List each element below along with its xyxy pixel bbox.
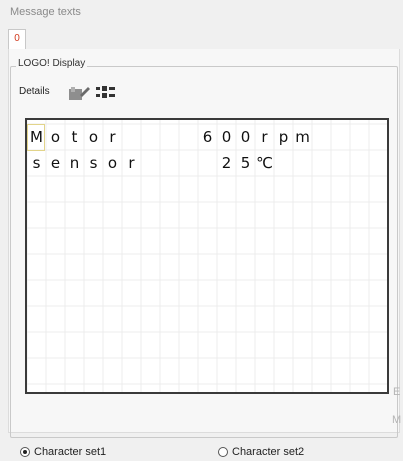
display-char: o <box>107 154 118 172</box>
settings-icon[interactable] <box>96 85 116 104</box>
group-label: LOGO! Display <box>16 58 88 69</box>
tab-message-0[interactable]: 0 <box>8 29 26 49</box>
radio-button[interactable] <box>218 447 228 457</box>
display-char: o <box>50 128 61 146</box>
details-label: Details <box>19 86 50 97</box>
display-char: n <box>69 154 80 172</box>
display-char: r <box>109 128 116 146</box>
display-char: s <box>89 154 98 172</box>
tab-strip: 0 <box>8 29 400 50</box>
display-char: t <box>71 128 78 146</box>
display-char: ℃ <box>256 154 273 172</box>
radio-button[interactable] <box>20 447 30 457</box>
window-title: Message texts <box>10 6 81 18</box>
display-char: 5 <box>240 154 251 172</box>
clipped-label-a: E <box>393 386 401 398</box>
display-char: M <box>30 128 43 146</box>
display-char: 6 <box>202 128 213 146</box>
display-char: s <box>32 154 41 172</box>
display-char: p <box>278 128 289 146</box>
display-char: 2 <box>221 154 232 172</box>
radio-label: Character set1 <box>34 446 107 458</box>
display-char: o <box>88 128 99 146</box>
edit-pencil-icon[interactable] <box>68 85 90 106</box>
lcd-display[interactable]: Mo t o r 6 0 0 r p m s e n s o r 2 5 ℃ <box>25 118 389 394</box>
display-char: e <box>50 154 61 172</box>
display-char: 0 <box>240 128 251 146</box>
radio-character-set1[interactable]: Character set1 <box>20 446 106 458</box>
display-char: 0 <box>221 128 232 146</box>
display-char: m <box>295 128 310 146</box>
display-char: r <box>261 128 268 146</box>
radio-label: Character set2 <box>232 446 305 458</box>
clipped-label-b: M <box>392 414 402 426</box>
display-char: r <box>128 154 135 172</box>
radio-character-set2[interactable]: Character set2 <box>218 446 304 458</box>
